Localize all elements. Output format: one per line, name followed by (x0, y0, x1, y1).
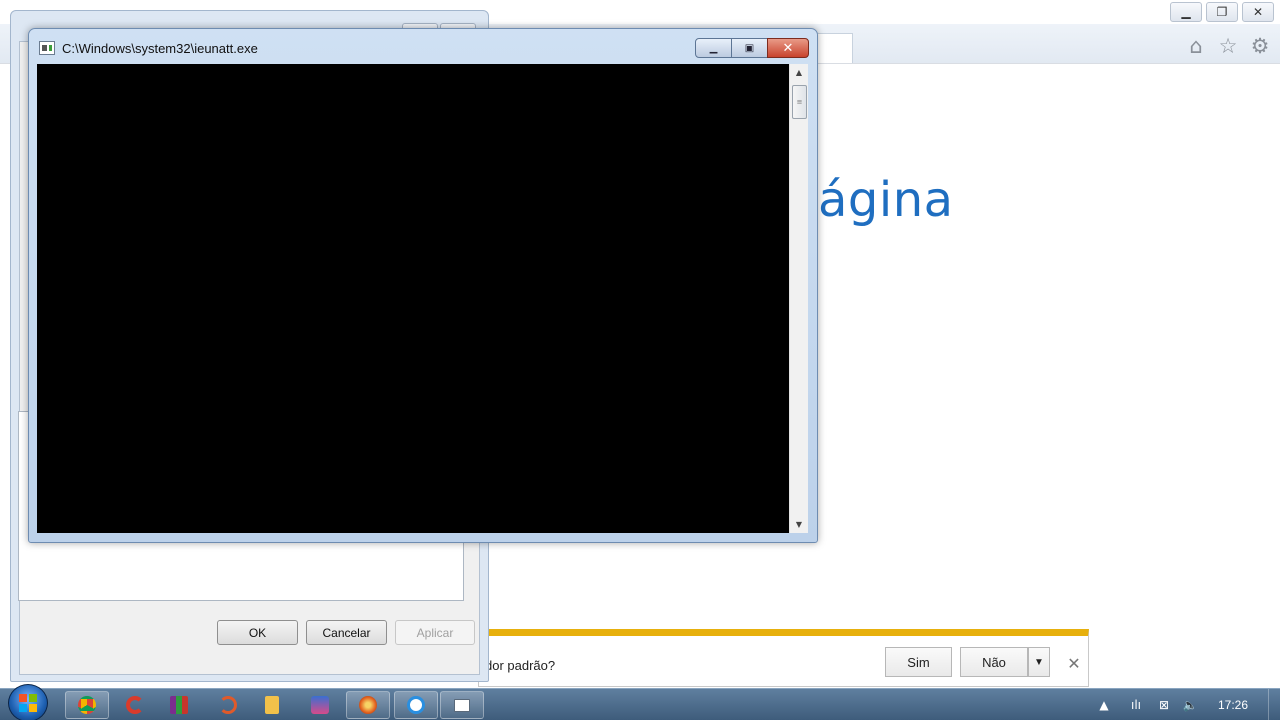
close-button[interactable]: ✕ (767, 38, 809, 58)
notification-bar: dor padrão? Sim Não ▼ ✕ (478, 629, 1089, 687)
favorites-star-icon[interactable]: ☆ (1216, 34, 1240, 58)
volume-icon[interactable]: 🔈 (1182, 697, 1198, 713)
close-button[interactable]: ✕ (1242, 2, 1274, 22)
minimize-button[interactable]: ▁ (695, 38, 732, 58)
home-icon[interactable]: ⌂ (1184, 34, 1208, 58)
ok-button[interactable]: OK (217, 620, 298, 645)
console-titlebar[interactable]: C:\Windows\system32\ieunatt.exe ▁ ▣ ✕ (29, 29, 817, 65)
no-button[interactable]: Não (960, 647, 1028, 677)
ie-command-icons: ⌂ ☆ ⚙ (1184, 34, 1272, 58)
scroll-down-arrow-icon[interactable]: ▼ (790, 516, 808, 533)
console-taskbar-icon[interactable] (440, 691, 484, 719)
winrar-icon[interactable] (157, 691, 201, 719)
ccleaner-icon[interactable] (113, 691, 157, 719)
game-icon[interactable] (298, 691, 342, 719)
page-heading: ágina (818, 172, 954, 228)
vertical-scrollbar[interactable]: ▲ ≡ ▼ (789, 64, 808, 533)
scroll-up-arrow-icon[interactable]: ▲ (790, 64, 808, 81)
network-error-icon[interactable]: ⊠ (1156, 697, 1172, 713)
system-tray: ▲ ılı ⊠ 🔈 17:26 (1090, 689, 1280, 720)
maximize-button[interactable]: ▣ (731, 38, 768, 58)
restore-button[interactable]: ❐ (1206, 2, 1238, 22)
scroll-thumb[interactable]: ≡ (792, 85, 807, 119)
internet-explorer-icon[interactable] (394, 691, 438, 719)
chrome-icon[interactable] (65, 691, 109, 719)
ie-window-controls: ▁ ❐ ✕ (1170, 2, 1274, 22)
start-button[interactable] (8, 684, 48, 720)
windows-logo-icon (19, 694, 37, 712)
show-desktop-button[interactable] (1268, 689, 1280, 720)
media-player-icon[interactable] (250, 691, 294, 719)
signal-icon[interactable]: ılı (1128, 697, 1144, 713)
clock[interactable]: 17:26 (1218, 698, 1248, 712)
notification-text: dor padrão? (485, 658, 556, 673)
yes-button[interactable]: Sim (885, 647, 952, 677)
firefox-like-icon[interactable] (346, 691, 390, 719)
close-icon[interactable]: ✕ (1064, 653, 1084, 673)
taskbar: ▲ ılı ⊠ 🔈 17:26 (0, 684, 1280, 720)
search-tool-icon[interactable] (206, 691, 250, 719)
minimize-button[interactable]: ▁ (1170, 2, 1202, 22)
apply-button[interactable]: Aplicar (395, 620, 475, 645)
console-window-controls: ▁ ▣ ✕ (695, 38, 809, 58)
chevron-down-icon[interactable]: ▼ (1028, 647, 1050, 677)
cancel-button[interactable]: Cancelar (306, 620, 387, 645)
console-window: C:\Windows\system32\ieunatt.exe ▁ ▣ ✕ ▲ … (28, 28, 818, 543)
new-tab-button[interactable] (815, 33, 853, 63)
console-app-icon[interactable] (39, 41, 55, 55)
settings-gear-icon[interactable]: ⚙ (1248, 34, 1272, 58)
console-output-area[interactable] (37, 64, 789, 533)
show-hidden-icons-icon[interactable]: ▲ (1096, 697, 1112, 713)
window-title: C:\Windows\system32\ieunatt.exe (62, 41, 258, 56)
